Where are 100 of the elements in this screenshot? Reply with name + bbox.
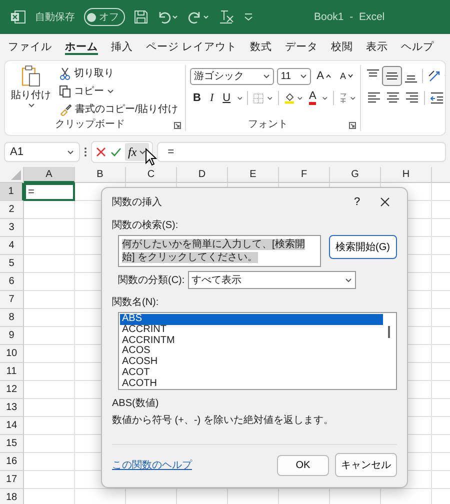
row-header[interactable]: 8 — [0, 309, 24, 327]
row-header[interactable]: 13 — [0, 399, 24, 417]
function-help-link[interactable]: この関数のヘルプ — [112, 458, 271, 472]
search-button[interactable]: 検索開始(G) — [328, 235, 397, 259]
format-painter-button[interactable]: 書式のコピー/貼り付け — [57, 101, 180, 117]
cut-button[interactable]: 切り取り — [57, 65, 180, 81]
column-header[interactable]: H — [381, 167, 432, 183]
undo-icon[interactable] — [157, 10, 179, 24]
ok-button[interactable]: OK — [277, 454, 329, 476]
font-color-button[interactable]: A — [306, 89, 320, 107]
autosave-toggle[interactable]: オフ — [84, 8, 125, 26]
select-all-icon[interactable] — [11, 170, 21, 180]
cell[interactable] — [24, 399, 75, 417]
column-header[interactable]: E — [228, 167, 279, 183]
cancel-icon[interactable] — [95, 146, 107, 158]
underline-button[interactable]: U — [220, 89, 234, 107]
function-list-item[interactable]: ACCRINT — [120, 324, 383, 336]
row-header[interactable]: 6 — [0, 273, 24, 291]
function-list-item[interactable]: ACOT — [120, 368, 383, 379]
row-header[interactable]: 17 — [0, 471, 24, 489]
caret-icon — [67, 150, 74, 154]
column-header[interactable]: D — [177, 167, 228, 183]
row-header[interactable]: 10 — [0, 345, 24, 363]
cell[interactable] — [24, 345, 75, 363]
insert-function-button[interactable]: fx — [125, 143, 149, 161]
function-list-item[interactable]: ACOSH — [120, 357, 383, 368]
column-header[interactable]: C — [126, 167, 177, 183]
ribbon-tab[interactable]: ページ レイアウト — [146, 38, 237, 55]
save-icon[interactable] — [134, 10, 148, 24]
dialog-launcher-icon[interactable] — [174, 122, 181, 129]
ribbon-tab[interactable]: 表示 — [366, 38, 388, 55]
row-header[interactable]: 1 — [0, 183, 24, 201]
copy-button[interactable]: コピー — [57, 83, 180, 99]
ribbon-tab[interactable]: 数式 — [250, 38, 272, 55]
font-name-dropdown[interactable]: 游ゴシック — [190, 68, 274, 84]
spreadsheet-app-icon[interactable] — [10, 9, 26, 25]
name-box[interactable]: A1 — [4, 142, 80, 162]
more-options-icon[interactable] — [84, 147, 87, 157]
cell[interactable] — [24, 255, 75, 273]
function-list-item[interactable]: ACOS — [120, 346, 383, 358]
cell[interactable] — [24, 201, 75, 219]
cell[interactable] — [24, 309, 75, 327]
cell[interactable] — [24, 273, 75, 291]
column-header[interactable]: G — [330, 167, 381, 183]
redo-icon[interactable] — [188, 10, 210, 24]
borders-icon[interactable] — [253, 92, 264, 104]
row-header[interactable]: 18 — [0, 489, 24, 504]
cell[interactable] — [24, 219, 75, 237]
customize-caret-icon[interactable] — [244, 13, 253, 21]
row-header[interactable]: 16 — [0, 453, 24, 471]
cell[interactable] — [24, 381, 75, 399]
clear-formula-icon[interactable] — [219, 10, 235, 24]
row-header[interactable]: 5 — [0, 255, 24, 273]
search-field[interactable]: 何がしたいかを簡単に入力して、[検索開始] をクリックしてください。 — [118, 235, 321, 267]
row-header[interactable]: 2 — [0, 201, 24, 219]
category-dropdown[interactable]: すべて表示 — [188, 271, 356, 289]
phonetic-guide-icon[interactable] — [339, 91, 348, 105]
cell[interactable] — [24, 237, 75, 255]
paste-button[interactable]: 貼り付け — [9, 65, 53, 117]
cell[interactable] — [24, 417, 75, 435]
help-button[interactable]: ? — [345, 191, 369, 213]
ribbon-tab[interactable]: 校閲 — [330, 38, 353, 55]
font-size-dropdown[interactable]: 11 — [276, 68, 311, 84]
ribbon-tab[interactable]: ホーム — [65, 38, 98, 55]
row-header[interactable]: 15 — [0, 435, 24, 453]
ribbon-tab[interactable]: ファイル — [8, 38, 52, 55]
scrollbar-thumb-icon[interactable] — [388, 326, 390, 338]
row-header[interactable]: 12 — [0, 381, 24, 399]
column-header[interactable]: F — [279, 167, 330, 183]
cell[interactable] — [24, 435, 75, 453]
function-list-item[interactable]: ACOTH — [120, 378, 383, 390]
row-header[interactable]: 11 — [0, 363, 24, 381]
dialog-launcher-icon[interactable] — [349, 122, 356, 129]
cell[interactable] — [24, 471, 75, 489]
cell[interactable] — [24, 327, 75, 345]
cell[interactable] — [24, 291, 75, 309]
row-header[interactable]: 3 — [0, 219, 24, 237]
cell[interactable] — [24, 453, 75, 471]
shrink-font-button[interactable]: A — [336, 67, 356, 85]
function-list-item[interactable]: ACCRINTM — [120, 336, 383, 346]
bold-button[interactable]: B — [190, 89, 204, 107]
row-header[interactable]: 4 — [0, 237, 24, 255]
row-header[interactable]: 9 — [0, 327, 24, 345]
fill-color-icon[interactable] — [284, 91, 294, 105]
cancel-button[interactable]: キャンセル — [335, 453, 397, 477]
ribbon-tab[interactable]: データ — [284, 38, 318, 55]
column-header[interactable]: A — [24, 167, 75, 183]
ribbon-tab[interactable]: 挿入 — [111, 38, 133, 55]
checkmark-icon[interactable] — [110, 146, 122, 158]
function-list-item[interactable]: ABS — [120, 314, 383, 325]
cell[interactable] — [24, 363, 75, 381]
ribbon-tab[interactable]: ヘルプ — [400, 38, 434, 55]
cell[interactable]: = — [24, 183, 75, 201]
align-middle-button[interactable] — [382, 66, 402, 86]
italic-button[interactable]: I — [206, 89, 217, 107]
row-header[interactable]: 14 — [0, 417, 24, 435]
row-header[interactable]: 7 — [0, 291, 24, 309]
formula-field[interactable]: = — [156, 142, 446, 162]
grow-font-button[interactable]: A — [314, 67, 334, 85]
column-header[interactable]: B — [75, 167, 126, 183]
